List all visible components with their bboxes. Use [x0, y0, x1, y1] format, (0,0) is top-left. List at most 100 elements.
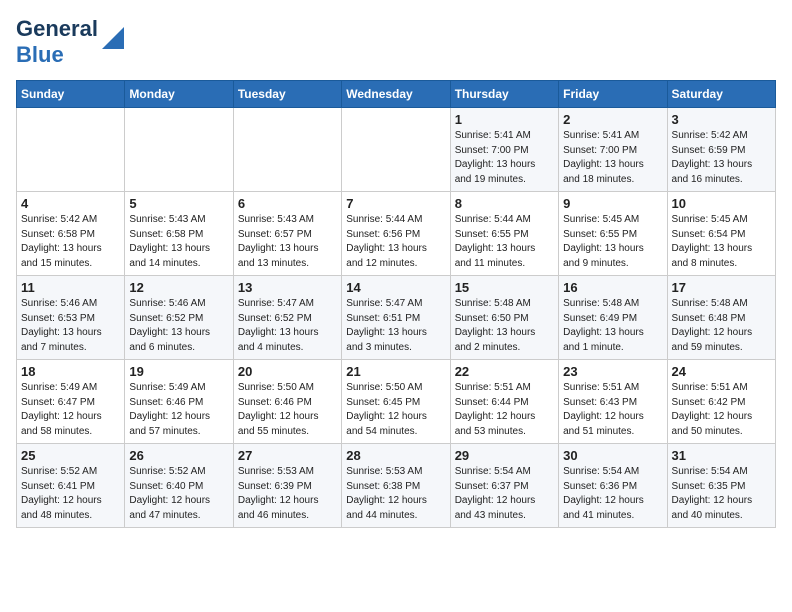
day-info: Sunrise: 5:43 AM Sunset: 6:58 PM Dayligh…	[129, 213, 228, 271]
day-number: 4	[21, 196, 120, 211]
day-number: 1	[455, 112, 554, 127]
header-tuesday: Tuesday	[233, 81, 341, 108]
calendar-cell: 8Sunrise: 5:44 AM Sunset: 6:55 PM Daylig…	[450, 192, 558, 276]
calendar-cell: 26 Sunrise: 5:52 AM Sunset: 6:40 PM Dayli…	[125, 444, 233, 528]
day-info: Sunrise: 5:51 AM Sunset: 6:42 PM Dayligh…	[672, 381, 771, 439]
calendar-cell: 24 Sunrise: 5:51 AM Sunset: 6:42 PM Dayli…	[667, 360, 775, 444]
day-info: Sunrise: 5:47 AM Sunset: 6:51 PM Dayligh…	[346, 297, 445, 355]
calendar-cell: 12Sunrise: 5:46 AM Sunset: 6:52 PM Dayli…	[125, 276, 233, 360]
day-info: Sunrise: 5:51 AM Sunset: 6:43 PM Dayligh…	[563, 381, 662, 439]
day-number: 27	[238, 448, 337, 463]
header-friday: Friday	[559, 81, 667, 108]
day-number: 26	[129, 448, 228, 463]
calendar-cell: 10 Sunrise: 5:45 AM Sunset: 6:54 PM Dayli…	[667, 192, 775, 276]
calendar-week-2: 4 Sunrise: 5:42 AM Sunset: 6:58 PM Daylig…	[17, 192, 776, 276]
day-info: Sunrise: 5:42 AM Sunset: 6:58 PM Dayligh…	[21, 213, 120, 271]
calendar-cell: 22Sunrise: 5:51 AM Sunset: 6:44 PM Dayli…	[450, 360, 558, 444]
calendar-cell: 13 Sunrise: 5:47 AM Sunset: 6:52 PM Dayli…	[233, 276, 341, 360]
calendar-cell: 6 Sunrise: 5:43 AM Sunset: 6:57 PM Daylig…	[233, 192, 341, 276]
day-info: Sunrise: 5:49 AM Sunset: 6:46 PM Dayligh…	[129, 381, 228, 439]
day-number: 24	[672, 364, 771, 379]
calendar-cell: 17Sunrise: 5:48 AM Sunset: 6:48 PM Dayli…	[667, 276, 775, 360]
calendar-cell: 19 Sunrise: 5:49 AM Sunset: 6:46 PM Dayli…	[125, 360, 233, 444]
day-number: 6	[238, 196, 337, 211]
day-number: 10	[672, 196, 771, 211]
calendar-cell: 28Sunrise: 5:53 AM Sunset: 6:38 PM Dayli…	[342, 444, 450, 528]
day-number: 18	[21, 364, 120, 379]
day-info: Sunrise: 5:48 AM Sunset: 6:48 PM Dayligh…	[672, 297, 771, 355]
day-info: Sunrise: 5:45 AM Sunset: 6:55 PM Dayligh…	[563, 213, 662, 271]
calendar-cell: 31 Sunrise: 5:54 AM Sunset: 6:35 PM Dayli…	[667, 444, 775, 528]
day-info: Sunrise: 5:54 AM Sunset: 6:35 PM Dayligh…	[672, 465, 771, 523]
calendar-cell: 16 Sunrise: 5:48 AM Sunset: 6:49 PM Dayli…	[559, 276, 667, 360]
day-number: 30	[563, 448, 662, 463]
day-number: 31	[672, 448, 771, 463]
calendar-cell: 4 Sunrise: 5:42 AM Sunset: 6:58 PM Daylig…	[17, 192, 125, 276]
calendar-cell: 30 Sunrise: 5:54 AM Sunset: 6:36 PM Dayli…	[559, 444, 667, 528]
logo-general: General	[16, 16, 98, 41]
header-wednesday: Wednesday	[342, 81, 450, 108]
day-number: 25	[21, 448, 120, 463]
day-info: Sunrise: 5:49 AM Sunset: 6:47 PM Dayligh…	[21, 381, 120, 439]
day-info: Sunrise: 5:50 AM Sunset: 6:46 PM Dayligh…	[238, 381, 337, 439]
day-info: Sunrise: 5:53 AM Sunset: 6:39 PM Dayligh…	[238, 465, 337, 523]
day-number: 15	[455, 280, 554, 295]
day-info: Sunrise: 5:52 AM Sunset: 6:41 PM Dayligh…	[21, 465, 120, 523]
day-info: Sunrise: 5:46 AM Sunset: 6:53 PM Dayligh…	[21, 297, 120, 355]
day-number: 20	[238, 364, 337, 379]
calendar-cell: 23 Sunrise: 5:51 AM Sunset: 6:43 PM Dayli…	[559, 360, 667, 444]
calendar-header-row: SundayMondayTuesdayWednesdayThursdayFrid…	[17, 81, 776, 108]
calendar-cell: 3Sunrise: 5:42 AM Sunset: 6:59 PM Daylig…	[667, 108, 775, 192]
day-number: 14	[346, 280, 445, 295]
header-thursday: Thursday	[450, 81, 558, 108]
logo: General Blue	[16, 16, 124, 68]
calendar-cell	[233, 108, 341, 192]
calendar-cell: 9Sunrise: 5:45 AM Sunset: 6:55 PM Daylig…	[559, 192, 667, 276]
day-info: Sunrise: 5:48 AM Sunset: 6:50 PM Dayligh…	[455, 297, 554, 355]
day-number: 16	[563, 280, 662, 295]
calendar-cell: 15 Sunrise: 5:48 AM Sunset: 6:50 PM Dayli…	[450, 276, 558, 360]
logo-blue: Blue	[16, 42, 64, 67]
header-monday: Monday	[125, 81, 233, 108]
calendar-cell: 18 Sunrise: 5:49 AM Sunset: 6:47 PM Dayli…	[17, 360, 125, 444]
day-number: 21	[346, 364, 445, 379]
day-info: Sunrise: 5:41 AM Sunset: 7:00 PM Dayligh…	[563, 129, 662, 187]
logo-arrow-icon	[102, 23, 124, 49]
day-number: 11	[21, 280, 120, 295]
day-info: Sunrise: 5:47 AM Sunset: 6:52 PM Dayligh…	[238, 297, 337, 355]
day-number: 2	[563, 112, 662, 127]
calendar-cell: 11 Sunrise: 5:46 AM Sunset: 6:53 PM Dayli…	[17, 276, 125, 360]
calendar-cell: 5 Sunrise: 5:43 AM Sunset: 6:58 PM Daylig…	[125, 192, 233, 276]
day-info: Sunrise: 5:54 AM Sunset: 6:36 PM Dayligh…	[563, 465, 662, 523]
day-info: Sunrise: 5:42 AM Sunset: 6:59 PM Dayligh…	[672, 129, 771, 187]
day-number: 5	[129, 196, 228, 211]
calendar-week-5: 25 Sunrise: 5:52 AM Sunset: 6:41 PM Dayli…	[17, 444, 776, 528]
day-info: Sunrise: 5:54 AM Sunset: 6:37 PM Dayligh…	[455, 465, 554, 523]
day-info: Sunrise: 5:43 AM Sunset: 6:57 PM Dayligh…	[238, 213, 337, 271]
day-info: Sunrise: 5:44 AM Sunset: 6:55 PM Dayligh…	[455, 213, 554, 271]
day-number: 23	[563, 364, 662, 379]
day-info: Sunrise: 5:48 AM Sunset: 6:49 PM Dayligh…	[563, 297, 662, 355]
day-info: Sunrise: 5:44 AM Sunset: 6:56 PM Dayligh…	[346, 213, 445, 271]
day-number: 19	[129, 364, 228, 379]
calendar-cell: 7 Sunrise: 5:44 AM Sunset: 6:56 PM Daylig…	[342, 192, 450, 276]
day-number: 29	[455, 448, 554, 463]
day-info: Sunrise: 5:41 AM Sunset: 7:00 PM Dayligh…	[455, 129, 554, 187]
day-info: Sunrise: 5:45 AM Sunset: 6:54 PM Dayligh…	[672, 213, 771, 271]
day-info: Sunrise: 5:52 AM Sunset: 6:40 PM Dayligh…	[129, 465, 228, 523]
calendar-cell: 1 Sunrise: 5:41 AM Sunset: 7:00 PM Daylig…	[450, 108, 558, 192]
header: General Blue	[16, 16, 776, 68]
header-sunday: Sunday	[17, 81, 125, 108]
calendar-table: SundayMondayTuesdayWednesdayThursdayFrid…	[16, 80, 776, 528]
calendar-week-4: 18 Sunrise: 5:49 AM Sunset: 6:47 PM Dayli…	[17, 360, 776, 444]
day-number: 7	[346, 196, 445, 211]
calendar-cell: 20 Sunrise: 5:50 AM Sunset: 6:46 PM Dayli…	[233, 360, 341, 444]
calendar-cell: 27 Sunrise: 5:53 AM Sunset: 6:39 PM Dayli…	[233, 444, 341, 528]
calendar-cell: 25 Sunrise: 5:52 AM Sunset: 6:41 PM Dayli…	[17, 444, 125, 528]
calendar-cell: 29 Sunrise: 5:54 AM Sunset: 6:37 PM Dayli…	[450, 444, 558, 528]
day-number: 13	[238, 280, 337, 295]
calendar-week-1: 1 Sunrise: 5:41 AM Sunset: 7:00 PM Daylig…	[17, 108, 776, 192]
calendar-cell	[17, 108, 125, 192]
day-number: 28	[346, 448, 445, 463]
calendar-cell: 21Sunrise: 5:50 AM Sunset: 6:45 PM Dayli…	[342, 360, 450, 444]
